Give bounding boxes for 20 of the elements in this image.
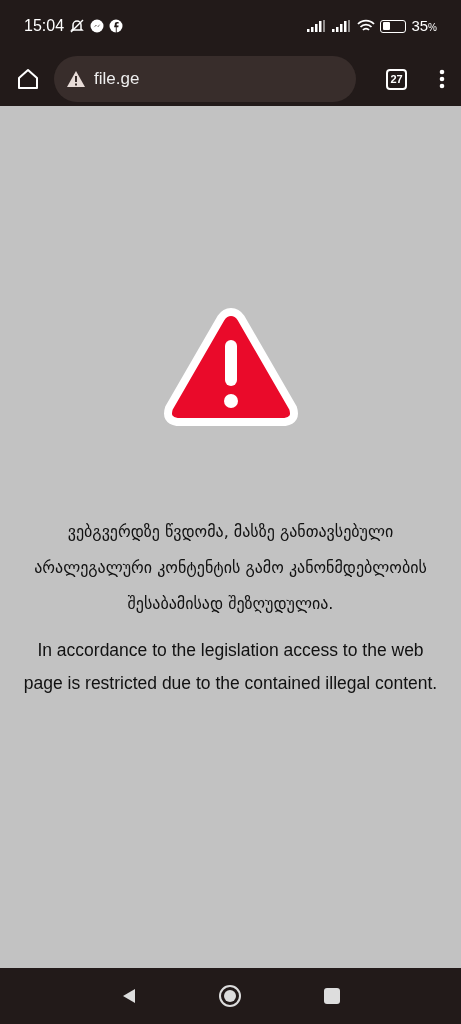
battery-icon: [380, 19, 407, 33]
facebook-icon: [109, 19, 124, 33]
signal-icon: [307, 20, 328, 32]
percent-sign: %: [428, 20, 437, 35]
address-bar[interactable]: file.ge: [54, 56, 356, 102]
messenger-icon: [90, 19, 105, 33]
home-button-icon[interactable]: [218, 984, 243, 1008]
muted-bell-icon: [69, 18, 86, 34]
menu-icon[interactable]: [439, 69, 445, 89]
tab-count-button[interactable]: 27: [386, 68, 407, 90]
signal-icon: [332, 20, 353, 32]
url-text: file.ge: [94, 68, 140, 91]
georgian-message: ვებგვერდზე წვდომა, მასზე განთავსებული არალეგალური კონტენტის გამო კანონმდებლობის შესაბამისად შეზღუდულია.: [33, 521, 428, 615]
warning-icon: [66, 70, 86, 88]
home-icon[interactable]: [16, 67, 40, 91]
english-message: In accordance to the legislation access to the web page is restricted due to the contained illegal content.: [22, 639, 439, 695]
recents-icon[interactable]: [322, 987, 341, 1005]
battery-percent: 35: [411, 15, 429, 36]
wifi-icon: [357, 19, 376, 33]
clock: 15:04: [24, 16, 65, 36]
